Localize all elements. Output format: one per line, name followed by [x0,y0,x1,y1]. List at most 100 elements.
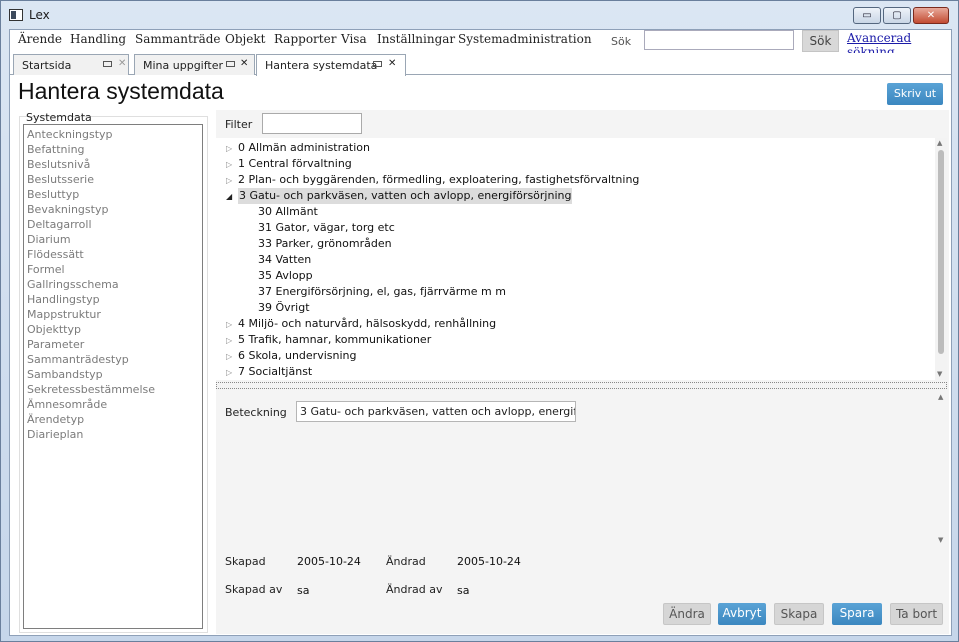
print-button[interactable]: Skriv ut [887,83,943,105]
collapsed-arrow-icon[interactable]: ▷ [226,144,232,153]
tree-node[interactable]: 7 Socialtjänst [238,364,312,380]
window-title: Lex [29,8,50,22]
app-window: Lex ▭ ▢ ✕ Ärende Handling Sammanträde Ob… [0,0,959,642]
tab-strip: Startsida ✕ Mina uppgifter ✕ Hantera sys… [10,53,951,76]
list-item[interactable]: Formel [27,262,199,277]
splitter-handle[interactable] [216,382,947,389]
pin-icon[interactable] [103,61,112,67]
expanded-arrow-icon[interactable]: ◢ [226,192,232,201]
tab-label: Mina uppgifter [143,59,224,72]
tree-node[interactable]: 33 Parker, grönområden [258,236,392,252]
tab-hantera-systemdata[interactable]: Hantera systemdata ✕ [256,54,406,76]
tree-node[interactable]: 2 Plan- och byggärenden, förmedling, exp… [238,172,639,188]
list-item[interactable]: Gallringsschema [27,277,199,292]
tree-node[interactable]: 37 Energiförsörjning, el, gas, fjärrvärm… [258,284,506,300]
filter-input[interactable] [262,113,362,134]
pin-icon[interactable] [226,61,235,67]
tree-node[interactable]: 39 Övrigt [258,300,310,316]
tab-startsida[interactable]: Startsida ✕ [13,54,129,75]
close-window-button[interactable]: ✕ [913,7,949,24]
delete-button[interactable]: Ta bort [890,603,943,625]
list-item[interactable]: Sambandstyp [27,367,199,382]
create-button[interactable]: Skapa [774,603,824,625]
menu-systemadministration[interactable]: Systemadministration [458,32,592,46]
list-item[interactable]: Beslutsserie [27,172,199,187]
maximize-button[interactable]: ▢ [883,7,911,24]
tree-node[interactable]: 0 Allmän administration [238,140,370,156]
collapsed-arrow-icon[interactable]: ▷ [226,160,232,169]
close-icon[interactable]: ✕ [240,58,248,69]
menu-objekt[interactable]: Objekt [225,32,265,46]
list-item[interactable]: Mappstruktur [27,307,199,322]
list-item[interactable]: Beslutsnivå [27,157,199,172]
tree-node[interactable]: 31 Gator, vägar, torg etc [258,220,395,236]
list-item[interactable]: Sekretessbestämmelse [27,382,199,397]
list-item[interactable]: Ärendetyp [27,412,199,427]
beteckning-label: Beteckning [225,406,287,419]
edit-button[interactable]: Ändra [663,603,711,625]
tree-scrollbar[interactable]: ▲ ▼ [935,138,947,380]
scroll-up-icon[interactable]: ▲ [937,139,942,147]
close-icon[interactable]: ✕ [118,58,126,69]
scroll-down-icon[interactable]: ▼ [937,370,942,378]
tree-node[interactable]: 5 Trafik, hamnar, kommunikationer [238,332,431,348]
minimize-button[interactable]: ▭ [853,7,881,24]
detail-area: Filter ▲ ▼ ▷ 0 Allmän administration ▷ 1 Ce… [216,110,949,634]
tab-mina-uppgifter[interactable]: Mina uppgifter ✕ [134,54,255,75]
list-item[interactable]: Bevakningstyp [27,202,199,217]
tree-node[interactable]: 4 Miljö- och naturvård, hälsoskydd, renh… [238,316,496,332]
skapad-label: Skapad [225,555,266,568]
collapsed-arrow-icon[interactable]: ▷ [226,320,232,329]
andrad-value: 2005-10-24 [457,555,521,568]
tree-node[interactable]: 1 Central förvaltning [238,156,352,172]
list-item[interactable]: Parameter [27,337,199,352]
scroll-up-icon[interactable]: ▲ [938,393,943,401]
cancel-button[interactable]: Avbryt [718,603,766,625]
tree-node[interactable]: 34 Vatten [258,252,311,268]
client-area: Ärende Handling Sammanträde Objekt Rappo… [9,29,952,636]
tab-label: Startsida [22,59,72,72]
filter-label: Filter [225,118,253,131]
tab-label: Hantera systemdata [265,59,378,72]
collapsed-arrow-icon[interactable]: ▷ [226,352,232,361]
list-item[interactable]: Befattning [27,142,199,157]
list-item[interactable]: Ämnesområde [27,397,199,412]
menu-visa[interactable]: Visa [341,32,367,46]
list-item[interactable]: Objekttyp [27,322,199,337]
list-item[interactable]: Diarium [27,232,199,247]
search-input[interactable] [644,30,794,50]
list-item[interactable]: Diarieplan [27,427,199,442]
skapad-av-label: Skapad av [225,583,283,596]
scroll-thumb[interactable] [938,150,944,354]
search-label: Sök [611,35,632,48]
collapsed-arrow-icon[interactable]: ▷ [226,368,232,377]
list-item[interactable]: Sammanträdestyp [27,352,199,367]
search-button[interactable]: Sök [802,30,839,52]
systemdata-list[interactable]: Anteckningstyp Befattning Beslutsnivå Beslu… [23,124,203,629]
menu-handling[interactable]: Handling [70,32,126,46]
collapsed-arrow-icon[interactable]: ▷ [226,176,232,185]
collapsed-arrow-icon[interactable]: ▷ [226,336,232,345]
scroll-down-icon[interactable]: ▼ [938,536,943,544]
list-item[interactable]: Handlingstyp [27,292,199,307]
app-icon [9,9,23,21]
menu-sammantrade[interactable]: Sammanträde [135,32,221,46]
andrad-label: Ändrad [386,555,426,568]
tree-node[interactable]: 30 Allmänt [258,204,318,220]
menu-arende[interactable]: Ärende [18,32,62,46]
pin-icon[interactable] [373,61,382,67]
menu-rapporter[interactable]: Rapporter [274,32,336,46]
menu-installningar[interactable]: Inställningar [377,32,455,46]
menu-bar: Ärende Handling Sammanträde Objekt Rappo… [10,30,951,59]
save-button[interactable]: Spara [832,603,882,625]
tree-node[interactable]: 6 Skola, undervisning [238,348,356,364]
category-tree[interactable]: ▲ ▼ ▷ 0 Allmän administration ▷ 1 Central f… [216,138,947,380]
close-icon[interactable]: ✕ [388,58,396,69]
tree-node[interactable]: 35 Avlopp [258,268,313,284]
list-item[interactable]: Besluttyp [27,187,199,202]
list-item[interactable]: Deltagarroll [27,217,199,232]
list-item[interactable]: Anteckningstyp [27,127,199,142]
list-item[interactable]: Flödessätt [27,247,199,262]
tree-node[interactable]: 3 Gatu- och parkväsen, vatten och avlopp… [238,188,573,204]
beteckning-input[interactable]: 3 Gatu- och parkväsen, vatten och avlopp… [296,401,576,422]
